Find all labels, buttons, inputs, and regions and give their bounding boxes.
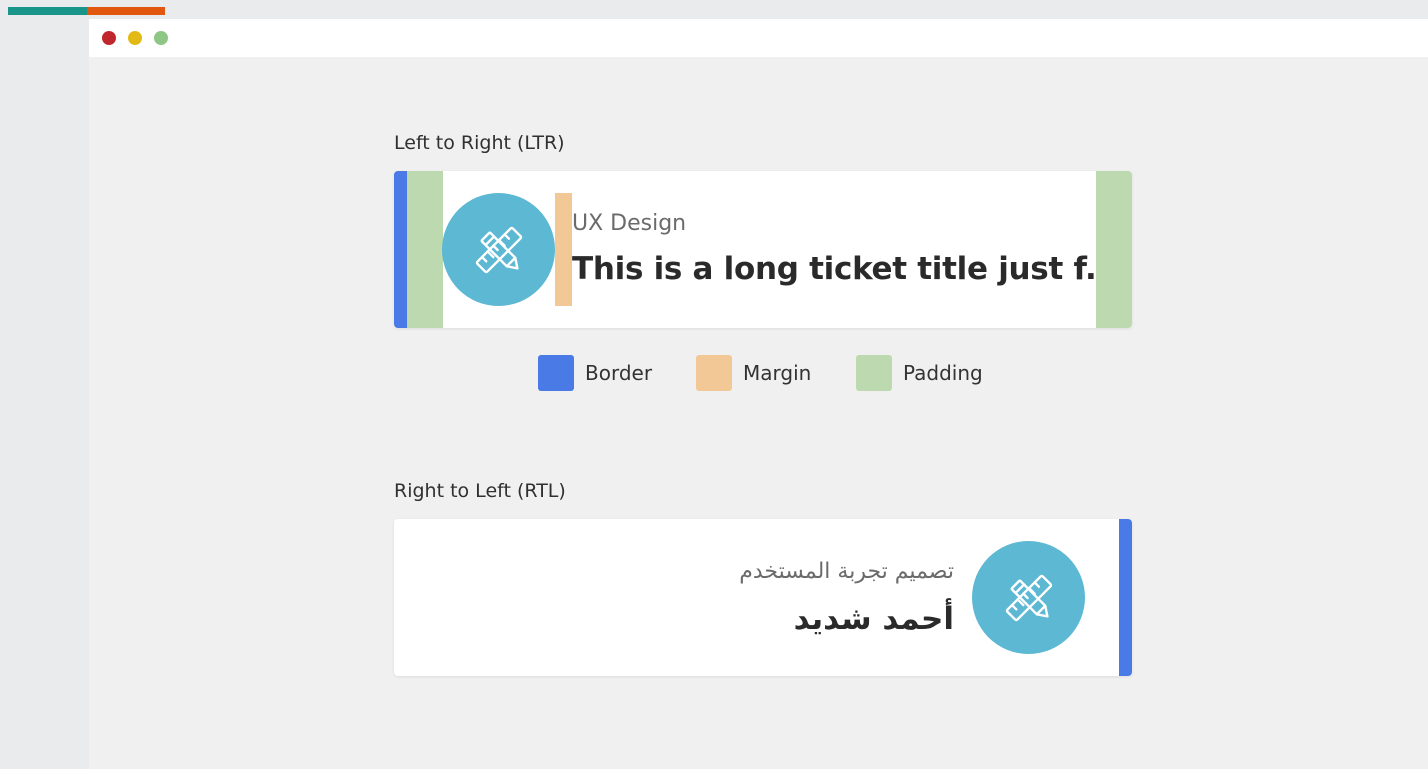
ticket-avatar	[442, 193, 555, 306]
legend-swatch-border	[538, 355, 574, 391]
card-padding-right-indicator	[1096, 171, 1132, 328]
rtl-ticket-card[interactable]: تصميم تجربة المستخدم أحمد شديد	[394, 519, 1132, 676]
accent-bar-teal	[8, 7, 87, 15]
card-padding-left-indicator	[407, 171, 443, 328]
legend-item-border: Border	[538, 355, 652, 391]
ticket-category: تصميم تجربة المستخدم	[739, 559, 954, 584]
ticket-avatar	[972, 541, 1085, 654]
browser-window: Left to Right (LTR) UX Design This is a …	[89, 19, 1428, 769]
pencil-ruler-icon	[475, 226, 522, 273]
ticket-title: This is a long ticket title just f....	[572, 251, 1097, 287]
legend-label-border: Border	[585, 361, 653, 385]
legend-item-padding: Padding	[856, 355, 983, 391]
pencil-ruler-icon	[1005, 574, 1052, 621]
accent-bar-orange	[87, 7, 165, 15]
window-minimize-button[interactable]	[128, 31, 142, 45]
window-titlebar	[89, 19, 1428, 57]
rtl-section-heading: Right to Left (RTL)	[394, 480, 566, 502]
legend-label-padding: Padding	[903, 361, 983, 385]
card-border-indicator	[1119, 519, 1132, 676]
window-close-button[interactable]	[102, 31, 116, 45]
legend-swatch-margin	[696, 355, 732, 391]
legend-label-margin: Margin	[743, 361, 812, 385]
window-maximize-button[interactable]	[154, 31, 168, 45]
legend-item-margin: Margin	[696, 355, 811, 391]
ticket-title: أحمد شديد	[793, 601, 954, 637]
ticket-category: UX Design	[572, 211, 687, 236]
card-border-indicator	[394, 171, 407, 328]
legend-swatch-padding	[856, 355, 892, 391]
ltr-ticket-card[interactable]: UX Design This is a long ticket title ju…	[394, 171, 1132, 328]
ltr-section-heading: Left to Right (LTR)	[394, 132, 565, 154]
card-margin-indicator	[555, 193, 572, 306]
